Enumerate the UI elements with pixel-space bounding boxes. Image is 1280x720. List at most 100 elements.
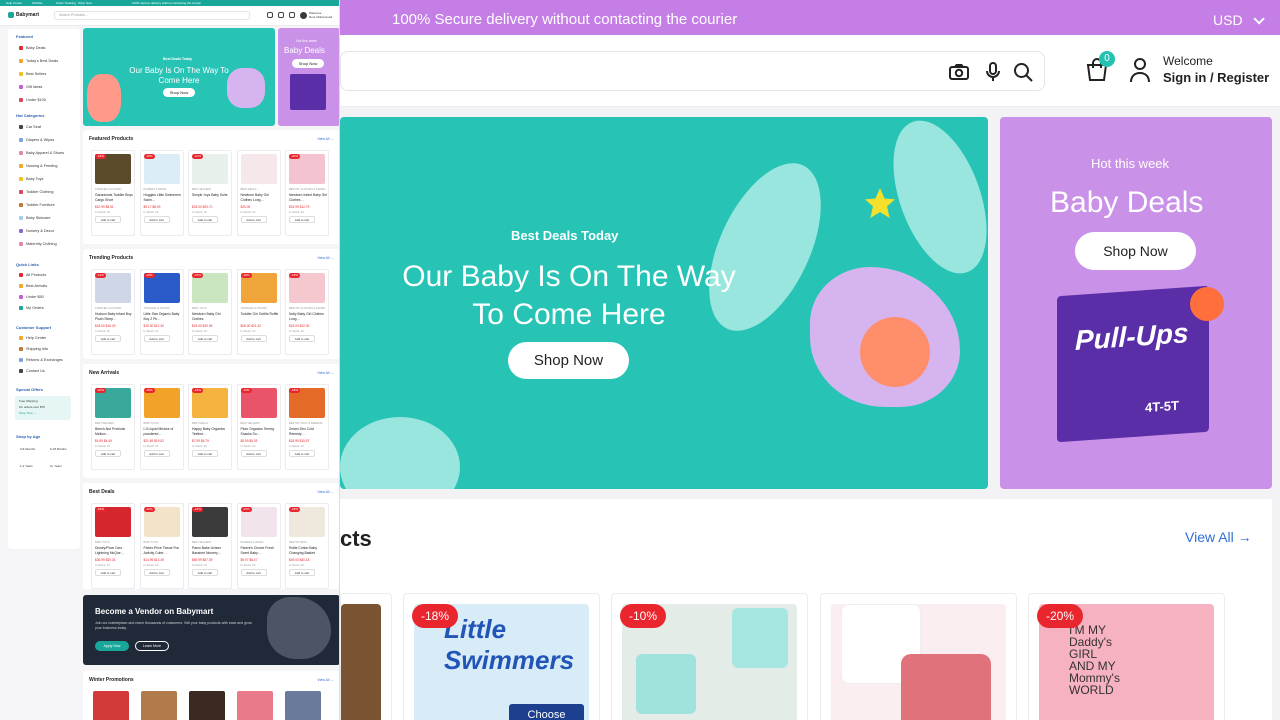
add-to-cart-button[interactable]: Add to cart [95,335,121,342]
mini-side-button[interactable]: Shop Now [292,59,324,68]
sidebar-item[interactable]: Maternity Clothing [19,242,57,246]
add-to-cart-button[interactable]: Add to cart [289,216,315,223]
product-name[interactable]: Toddler Girl Outfits Ruffle [241,312,279,317]
wishlist-icon[interactable] [267,12,273,18]
product-name[interactable]: Plum Organics Teensy Snacks So… [241,427,279,436]
product-card[interactable]: -18% TODDLER CLOTHING Toddler Girl Outfits… [236,269,281,355]
sidebar-item[interactable]: Car Seat [19,125,41,129]
product-card[interactable]: -15% DIAPERS & WIPES Parent's Choice Fresh… [236,503,281,589]
product-name[interactable]: Garanimals Toddler Boys Cargo Short [95,193,133,202]
currency-selector[interactable]: USD [1213,12,1265,28]
add-to-cart-button[interactable]: Add to cart [240,216,267,223]
view-all-link[interactable]: View All → [317,371,334,375]
sidebar-item[interactable]: Toddler Furniture [19,203,55,207]
product-card[interactable]: -11% TODDLER CLOTHING Hudson Baby Infant B… [91,269,135,355]
age-filter[interactable]: 1-2 Years [20,464,33,468]
search-bar[interactable] [340,51,1045,91]
mini-hero-banner[interactable]: Best Deals Today Our Baby Is On The Way … [83,28,275,126]
view-all-link[interactable]: View All → [317,678,334,682]
product-name[interactable]: Little Star Organic Baby Boy 2 Pk… [144,312,182,321]
choose-button[interactable]: Choose [509,704,584,720]
age-filter[interactable]: 6-18 Months [50,447,67,451]
add-to-cart-button[interactable]: Add to cart [143,216,170,223]
product-name[interactable]: Simple Joys Baby Suits [192,193,230,198]
hero-shop-now-button[interactable]: Shop Now [508,342,629,379]
view-all-link[interactable]: View All → [317,137,334,141]
product-card[interactable]: -18% BEST BY BATH Rollie Cotton Baby Chang… [285,503,329,589]
product-name[interactable]: Pamo Babe Unisex Bassinet Nursery… [192,546,230,555]
product-card[interactable]: -10% BABY TOYS Fisher-Price Tissue Fun Act… [139,503,184,589]
side-banner[interactable]: Hot this week Baby Deals Shop Now Pull-U… [1000,117,1272,489]
product-name[interactable]: Newborn Infant Baby Girl Clothes… [289,193,327,202]
product-card[interactable]: Little Swimmers -18% Choose [403,593,600,720]
add-to-cart-button[interactable]: Add to cart [192,450,218,457]
offer-shop-link[interactable]: Shop Now → [19,411,37,415]
add-to-cart-button[interactable]: Add to cart [240,569,267,576]
signin-link[interactable]: Sign in / Register [1163,70,1269,85]
hero-banner[interactable]: Best Deals Today Our Baby Is On The Way … [340,117,988,489]
sidebar-item[interactable]: Returns & Exchanges [19,358,63,362]
product-card[interactable] [820,593,1017,720]
camera-icon[interactable] [947,60,971,84]
apply-now-button[interactable]: Apply Now [95,641,129,651]
product-name[interactable]: L'il Liquid Mixture of powdered… [144,427,182,436]
add-to-cart-button[interactable]: Add to cart [192,569,218,576]
product-card[interactable]: -18% TODDLER CLOTHING Little Star Organic … [139,269,184,355]
product-name[interactable]: Nolly Baby Girl Clothes Long… [289,312,327,321]
product-name[interactable]: Hudson Baby Infant Boy Plush Sleep… [95,312,133,321]
view-all-link[interactable]: View All → [317,256,334,260]
age-filter[interactable]: 0-6 Months [20,447,35,451]
add-to-cart-button[interactable]: Add to cart [289,335,315,342]
product-card[interactable]: -10% BEST SELLERS Beech-Nut Probiotic Mell… [91,384,135,470]
product-name[interactable]: Newborn Baby Girl Clothes Long… [241,193,279,202]
sidebar-item[interactable]: Today's Best Deals [19,59,58,63]
view-all-link[interactable]: View All → [317,490,334,494]
sidebar-item[interactable]: Nursery & Decor [19,229,54,233]
sidebar-item[interactable]: Best Sellers [19,72,46,76]
add-to-cart-button[interactable]: Add to cart [143,569,170,576]
add-to-cart-button[interactable]: Add to cart [192,216,218,223]
sidebar-item[interactable]: Baby Deals [19,46,45,50]
add-to-cart-button[interactable]: Add to cart [143,335,170,342]
search-icon[interactable] [1011,60,1035,84]
sidebar-item[interactable]: Gift Ideas [19,85,42,89]
logo-icon[interactable] [8,12,14,18]
sidebar-item[interactable]: My Orders [19,306,44,310]
product-name[interactable]: Rollie Cotton Baby Changing Basket [289,546,327,555]
cart-icon[interactable] [289,12,295,18]
learn-more-button[interactable]: Learn More [135,641,169,651]
product-name[interactable]: Beech-Nut Probiotic Mellow… [95,427,133,436]
sidebar-item[interactable]: Under $50 [19,295,44,299]
microphone-icon[interactable] [981,60,1005,84]
special-offer-card[interactable]: Free Shipping On orders over $75 Shop No… [15,396,71,420]
sidebar-item[interactable]: Baby Toys [19,177,43,181]
add-to-cart-button[interactable]: Add to cart [240,335,267,342]
sidebar-item[interactable]: Help Center [19,336,46,340]
sidebar-item[interactable]: Baby Apparel & Shoes [19,151,64,155]
add-to-cart-button[interactable]: Add to cart [143,450,170,457]
product-card[interactable]: -18% BEST BY CLOTHES & SHOES Nolly Baby Gi… [285,269,329,355]
product-card[interactable]: -15% BEST DEALS Happy Baby Organics Teethe… [188,384,232,470]
add-to-cart-button[interactable]: Add to cart [95,216,121,223]
product-card[interactable]: I'M MY Daddy's GIRL AND MY Mommy's WORLD -20% [1028,593,1225,720]
add-to-cart-button[interactable]: Add to cart [240,450,267,457]
product-card[interactable]: -10% BABY FOOD L'il Liquid Mixture of powd… [139,384,184,470]
product-card[interactable]: -20% BEST BY CLOTHES & SHOES Newborn Infan… [285,150,329,236]
product-name[interactable]: Happy Baby Organics Teether… [192,427,230,436]
sidebar-item[interactable]: Diapers & Wipes [19,138,54,142]
product-name[interactable]: Fisher-Price Tissue Fun Activity Cube… [144,546,182,555]
mini-hero-button[interactable]: Shop Now [163,88,195,97]
product-name[interactable]: Huggies Little Swimmers Swim… [144,193,182,202]
add-to-cart-button[interactable]: Add to cart [192,335,218,342]
sidebar-item[interactable]: Toddler Clothing [19,190,53,194]
product-card[interactable]: -18% TODDLER CLOTHING Garanimals Toddler B… [91,150,135,236]
add-to-cart-button[interactable]: Add to cart [95,450,121,457]
product-card[interactable]: -10% BEST SELLERS Plum Organics Teensy Sna… [236,384,281,470]
add-to-cart-button[interactable]: Add to cart [289,569,315,576]
product-card[interactable]: -10% BEST SELLERS Simple Joys Baby Suits $3… [188,150,232,236]
product-name[interactable]: Newborn Baby Girl Clothes [192,312,230,321]
product-name[interactable]: Disney/Pixar Cars Lightning McQue… [95,546,133,555]
product-card[interactable]: -18% BEST BY DAILY & FEEDING Zmam Zinc Col… [285,384,329,470]
search-input[interactable]: Search Products... [54,11,250,20]
view-all-link[interactable]: View All → [1185,529,1252,545]
